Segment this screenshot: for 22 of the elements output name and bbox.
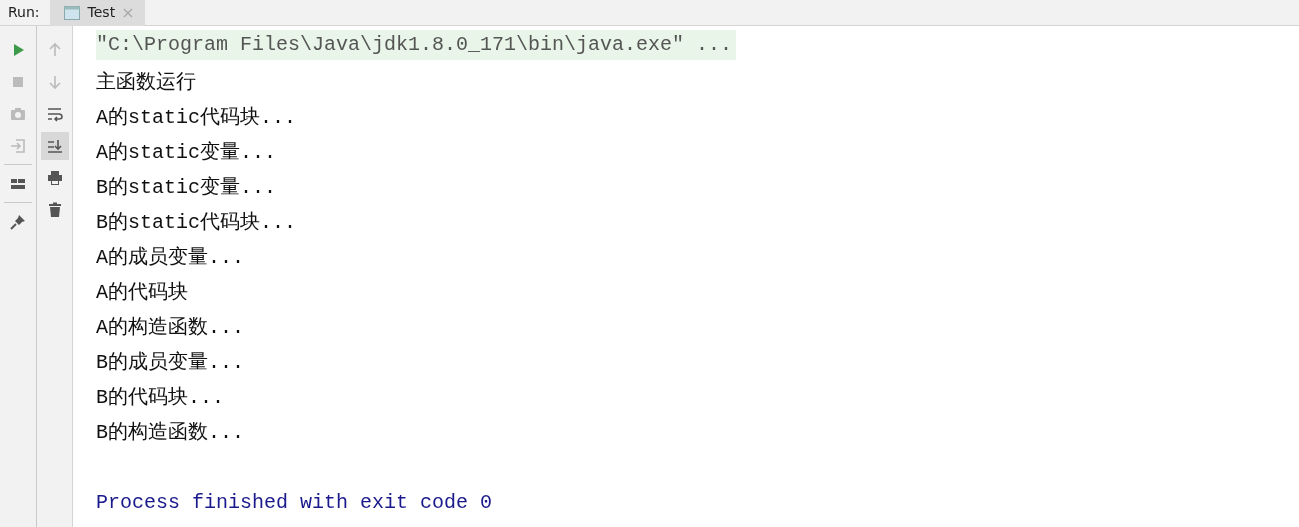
exit-message: Process finished with exit code 0 xyxy=(96,490,494,516)
scroll-to-end-button[interactable] xyxy=(40,132,69,160)
console-line: A的代码块 xyxy=(96,280,189,306)
console-line: 主函数运行 xyxy=(96,70,197,96)
console-line: A的构造函数... xyxy=(96,315,245,341)
console-line: B的代码块... xyxy=(96,385,225,411)
pin-icon[interactable] xyxy=(10,214,26,230)
scroll-to-end-icon[interactable] xyxy=(46,138,63,154)
window-icon xyxy=(63,5,80,20)
printer-icon[interactable] xyxy=(46,170,63,186)
tab[interactable]: Test × xyxy=(49,0,145,26)
console-line: B的static变量... xyxy=(96,175,278,201)
console-line: A的static代码块... xyxy=(96,105,298,131)
console-line: A的static变量... xyxy=(96,140,278,166)
console-line: B的成员变量... xyxy=(96,350,245,376)
console-line: B的static代码块... xyxy=(96,210,298,236)
layout-icon[interactable] xyxy=(10,176,26,192)
console-line: A的成员变量... xyxy=(96,245,245,271)
trash-icon[interactable] xyxy=(46,202,63,218)
run-label: Run: xyxy=(7,3,41,22)
console-line: B的构造函数... xyxy=(96,420,245,446)
wrap-icon[interactable] xyxy=(46,106,63,122)
